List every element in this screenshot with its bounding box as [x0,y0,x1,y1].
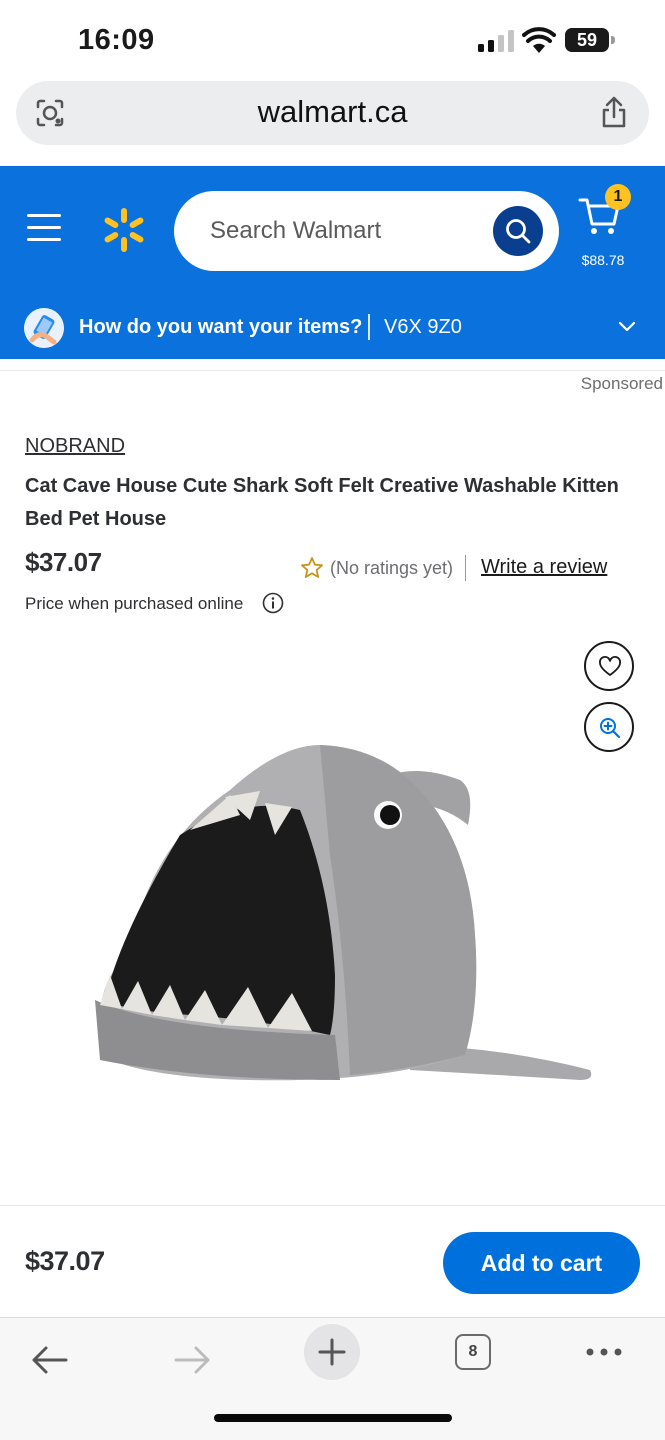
battery-level: 59 [565,28,609,52]
more-icon[interactable] [576,1332,632,1388]
signal-icon [478,30,514,52]
heart-icon [599,656,621,676]
plus-icon [318,1338,346,1366]
ratings-text: (No ratings yet) [330,558,454,578]
cart-total: $88.78 [581,252,625,268]
new-tab-button[interactable] [304,1324,360,1380]
menu-icon[interactable] [27,214,61,244]
status-time: 16:09 [78,24,155,56]
status-bar: 16:09 59 [0,0,665,80]
search-icon [506,219,531,244]
price-note: Price when purchased online [25,594,244,613]
tabs-button[interactable]: 8 [455,1334,491,1370]
chevron-down-icon[interactable] [618,318,636,336]
walmart-spark-icon[interactable] [100,206,148,254]
delivery-phone-icon [24,308,64,348]
cart-button[interactable]: 1 $88.78 [578,184,638,268]
battery-icon: 59 [565,28,615,52]
product-brand-link[interactable]: NOBRAND [25,435,125,458]
info-icon[interactable] [262,592,284,614]
add-to-cart-button[interactable]: Add to cart [443,1232,640,1294]
buy-bar-price: $37.07 [25,1246,105,1276]
site-header: 1 $88.78 How do you want your items? V6X… [0,166,665,359]
search-button[interactable] [493,206,543,256]
home-indicator[interactable] [214,1414,452,1422]
star-icon [301,557,323,578]
ratings-divider [465,555,466,581]
zoom-in-icon [600,718,621,739]
delivery-selector[interactable]: How do you want your items? V6X 9Z0 [0,296,665,359]
wifi-icon [522,27,556,53]
product-image [95,745,592,1081]
search-bar [174,191,559,271]
sponsored-label: Sponsored [580,374,663,393]
cart-count-badge: 1 [605,184,631,210]
url-text[interactable]: walmart.ca [16,94,649,130]
forward-arrow-icon[interactable] [164,1332,220,1388]
write-review-link[interactable]: Write a review [481,556,607,579]
delivery-prompt: How do you want your items? [79,316,363,338]
search-input[interactable] [210,191,480,271]
address-bar[interactable]: walmart.ca [16,81,649,145]
postal-code: V6X 9Z0 [384,316,462,338]
delivery-divider [368,314,370,340]
buy-bar: $37.07 Add to cart [0,1205,665,1317]
share-icon[interactable] [598,95,630,129]
product-title: Cat Cave House Cute Shark Soft Felt Crea… [25,475,619,530]
product-price: $37.07 [25,547,102,577]
header-divider [0,370,665,371]
favorite-button[interactable] [584,641,634,691]
back-arrow-icon[interactable] [22,1332,78,1388]
